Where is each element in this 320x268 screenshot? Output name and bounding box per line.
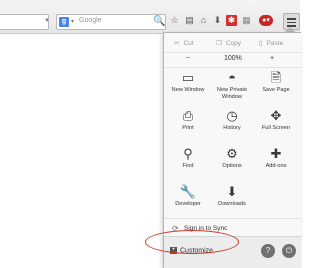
new-private-window-button[interactable]: ◓ New Private Window xyxy=(210,69,254,107)
new-window-icon: ▭ xyxy=(181,70,195,85)
paste-button[interactable]: ▯ Paste xyxy=(259,39,283,47)
tile-label: Add-ons xyxy=(265,163,287,169)
cut-button[interactable]: ✂ Cut xyxy=(174,39,194,47)
printer-icon: ⎙ xyxy=(182,108,194,123)
developer-button[interactable]: 🔧 Developer xyxy=(166,183,210,221)
tile-label: Print xyxy=(182,125,194,131)
browser-toolbar: ▼ g ▾ Google 🔍 ☆ ▤ ⌂ ⬇ ✱ ▦ ●▾ xyxy=(0,0,300,34)
customize-label: Customize xyxy=(180,247,214,255)
home-icon[interactable]: ⌂ xyxy=(198,15,209,26)
tile-label: Find xyxy=(182,163,194,169)
print-button[interactable]: ⎙ Print xyxy=(166,107,210,145)
save-page-icon: 🗎 xyxy=(270,70,282,85)
help-button[interactable]: ? xyxy=(261,244,275,258)
customize-button[interactable]: + Customize xyxy=(170,247,213,254)
zoom-reset-button[interactable]: 100% xyxy=(224,55,242,62)
clock-icon: ◷ xyxy=(226,108,238,123)
tile-label: Options xyxy=(222,163,242,169)
chevron-down-icon[interactable]: ▾ xyxy=(71,18,74,25)
downloads-button[interactable]: ⬇ Downloads xyxy=(210,183,254,221)
sync-label: Sign in to Sync xyxy=(184,225,228,232)
tile-label: Developer xyxy=(175,201,201,207)
zoom-out-button[interactable]: − xyxy=(186,55,190,62)
cut-label: Cut xyxy=(183,40,194,47)
full-screen-button[interactable]: ✥ Full Screen xyxy=(254,107,298,145)
menu-icon xyxy=(287,18,296,20)
new-window-button[interactable]: ▭ New Window xyxy=(166,69,210,107)
search-go-icon[interactable]: 🔍 xyxy=(153,16,165,27)
paste-label: Paste xyxy=(266,40,284,47)
add-ons-button[interactable]: ✚ Add-ons xyxy=(254,145,298,183)
sign-in-sync-button[interactable]: ⟳ Sign in to Sync xyxy=(164,218,301,237)
tile-label: New Window xyxy=(171,87,205,93)
options-button[interactable]: ⚙ Options xyxy=(210,145,254,183)
fullscreen-icon: ✥ xyxy=(270,108,282,123)
addon-badge-icon[interactable]: ●▾ xyxy=(259,15,273,26)
private-mask-icon: ◓ xyxy=(228,70,236,85)
find-button[interactable]: ⚲ Find xyxy=(166,145,210,183)
magnifier-icon: ⚲ xyxy=(183,146,193,161)
tile-label: Save Page xyxy=(262,87,290,93)
quit-button[interactable]: ⏻ xyxy=(282,244,296,258)
url-dropdown-icon[interactable]: ▼ xyxy=(44,18,50,24)
zoom-controls: − 100% + xyxy=(164,52,301,68)
save-page-button[interactable]: 🗎 Save Page xyxy=(254,69,298,107)
clipboard-icon: ▯ xyxy=(259,40,263,47)
bookmark-star-icon[interactable]: ☆ xyxy=(169,15,180,26)
wrench-icon: 🔧 xyxy=(179,184,197,199)
copy-icon: ❐ xyxy=(216,40,222,47)
addon-icon-2[interactable]: ▦ xyxy=(241,15,252,26)
bookmarks-icon[interactable]: ▤ xyxy=(184,15,195,26)
download-arrow-icon: ⬇ xyxy=(226,184,238,199)
edit-controls: ✂ Cut ❐ Copy ▯ Paste xyxy=(164,35,301,51)
tile-label: New Private Window xyxy=(216,87,248,100)
menu-panel: ✂ Cut ❐ Copy ▯ Paste − 100% + ▭ New Window … xyxy=(163,32,301,268)
tile-label: Downloads xyxy=(218,201,246,207)
tile-label: Full Screen xyxy=(261,125,291,131)
sync-icon: ⟳ xyxy=(172,224,179,233)
scissors-icon: ✂ xyxy=(174,40,180,47)
panel-footer: + Customize ? ⏻ xyxy=(164,236,301,268)
plus-icon: + xyxy=(170,247,177,254)
copy-label: Copy xyxy=(225,40,242,47)
gear-icon: ⚙ xyxy=(226,146,238,161)
search-input[interactable]: g ▾ Google xyxy=(56,14,166,30)
addon-icon[interactable]: ✱ xyxy=(226,15,237,26)
url-bar[interactable] xyxy=(0,14,49,30)
search-placeholder: Google xyxy=(79,17,102,24)
puzzle-icon: ✚ xyxy=(270,146,282,161)
search-engine-icon[interactable]: g xyxy=(59,17,69,27)
copy-button[interactable]: ❐ Copy xyxy=(216,39,241,47)
history-button[interactable]: ◷ History xyxy=(210,107,254,145)
downloads-icon[interactable]: ⬇ xyxy=(212,15,223,26)
tile-label: History xyxy=(223,125,241,131)
zoom-in-button[interactable]: + xyxy=(270,55,274,62)
